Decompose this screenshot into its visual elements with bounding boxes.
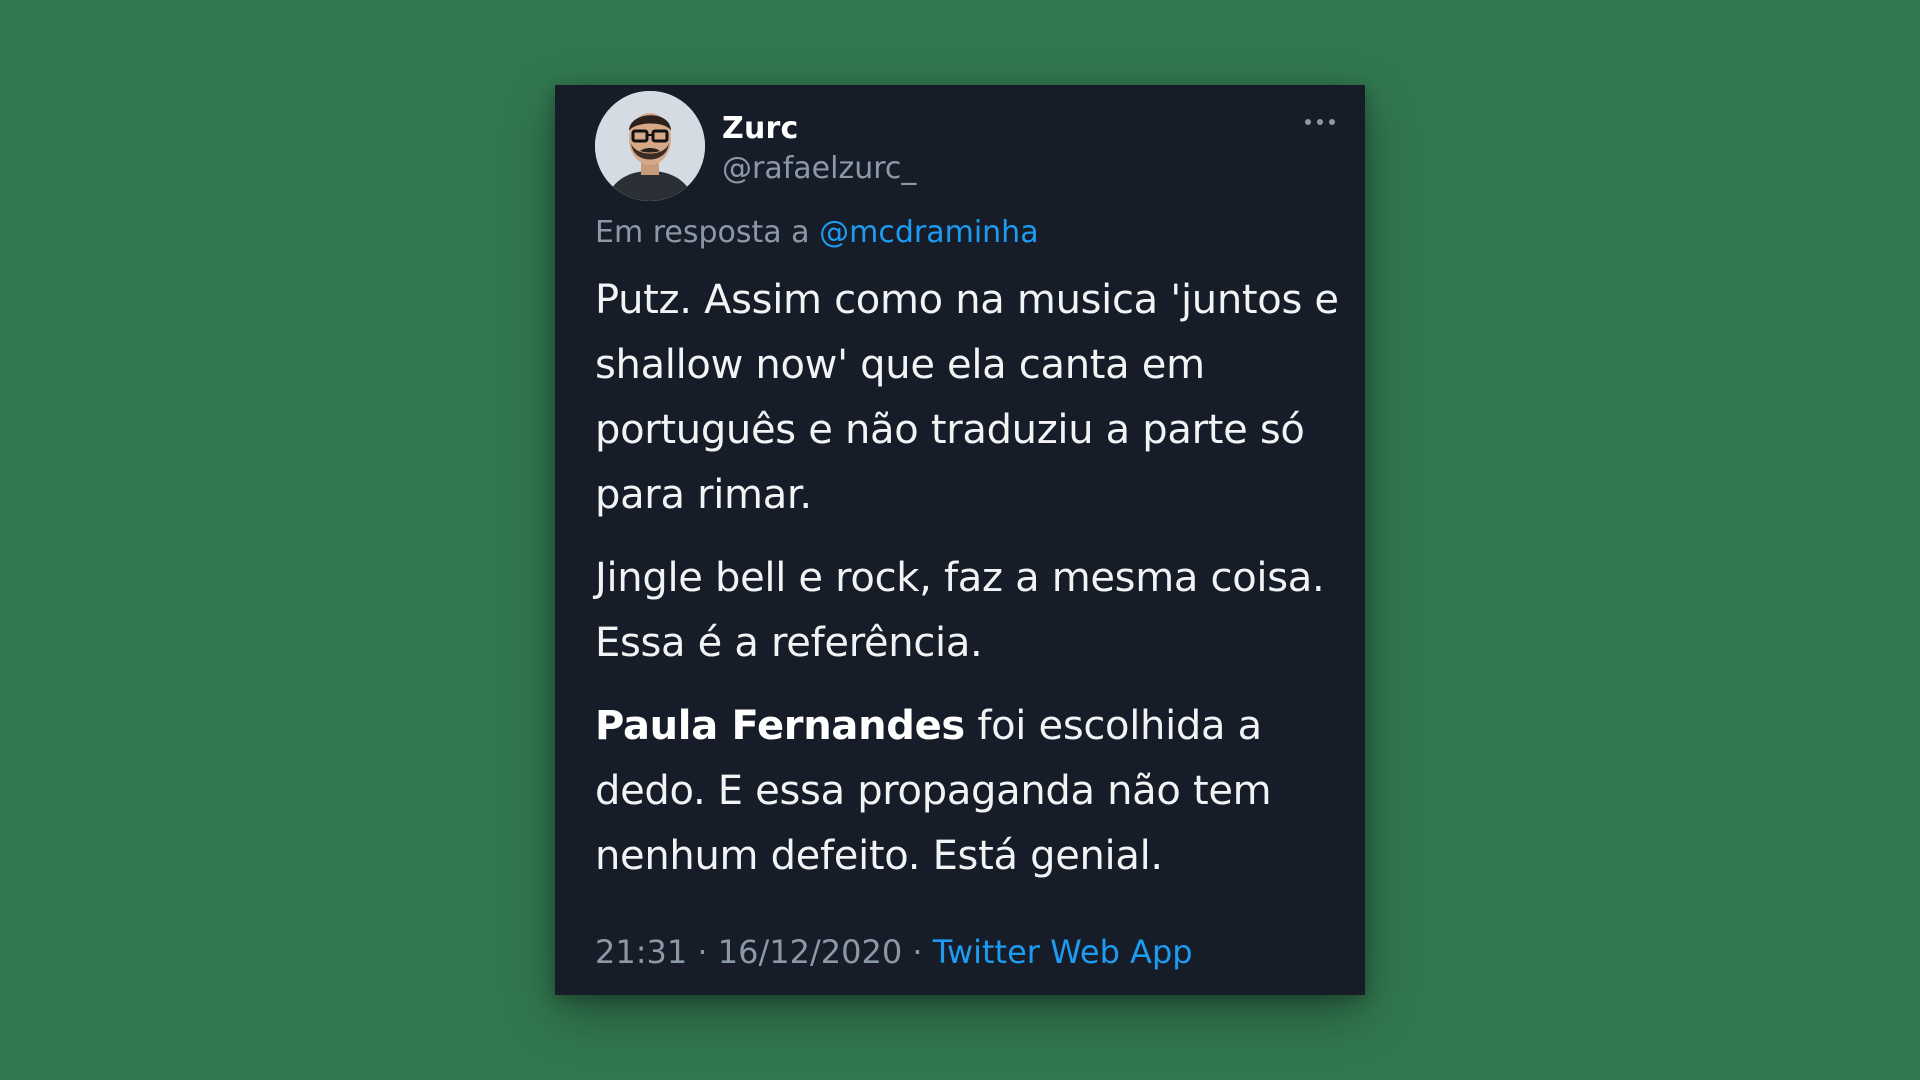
avatar[interactable] (595, 91, 705, 201)
reply-mention-link[interactable]: @mcdraminha (819, 215, 1038, 250)
author-handle[interactable]: @rafaelzurc_ (722, 151, 916, 186)
author-name[interactable]: Zurc (722, 111, 799, 146)
more-horizontal-icon (1317, 119, 1323, 125)
reply-context: Em resposta a @mcdraminha (595, 215, 1039, 250)
tweet-card: Zurc @rafaelzurc_ Em resposta a @mcdrami… (555, 85, 1365, 995)
more-horizontal-icon (1329, 119, 1335, 125)
tweet-paragraph-2: Jingle bell e rock, faz a mesma coisa. E… (595, 555, 1325, 666)
tweet-paragraph-1: Putz. Assim como na musica 'juntos e sha… (595, 277, 1339, 518)
tweet-time[interactable]: 21:31 (595, 933, 687, 971)
more-horizontal-icon (1305, 119, 1311, 125)
tweet-metadata: 21:31 · 16/12/2020 · Twitter Web App (595, 933, 1193, 971)
tweet-text: Putz. Assim como na musica 'juntos e sha… (595, 268, 1345, 907)
profile-photo-icon (595, 91, 705, 201)
background: Zurc @rafaelzurc_ Em resposta a @mcdrami… (0, 0, 1920, 1080)
tweet-date[interactable]: 16/12/2020 (718, 933, 902, 971)
tweet-source-link[interactable]: Twitter Web App (933, 933, 1193, 971)
tweet-header: Zurc @rafaelzurc_ (595, 91, 1335, 201)
reply-prefix: Em resposta a (595, 215, 810, 250)
tweet-bold-text: Paula Fernandes (595, 703, 965, 749)
meta-separator: · (902, 933, 933, 971)
more-options-button[interactable] (1305, 107, 1335, 137)
meta-separator: · (687, 933, 718, 971)
tweet-paragraph-3: Paula Fernandes foi escolhida a dedo. E … (595, 694, 1345, 889)
